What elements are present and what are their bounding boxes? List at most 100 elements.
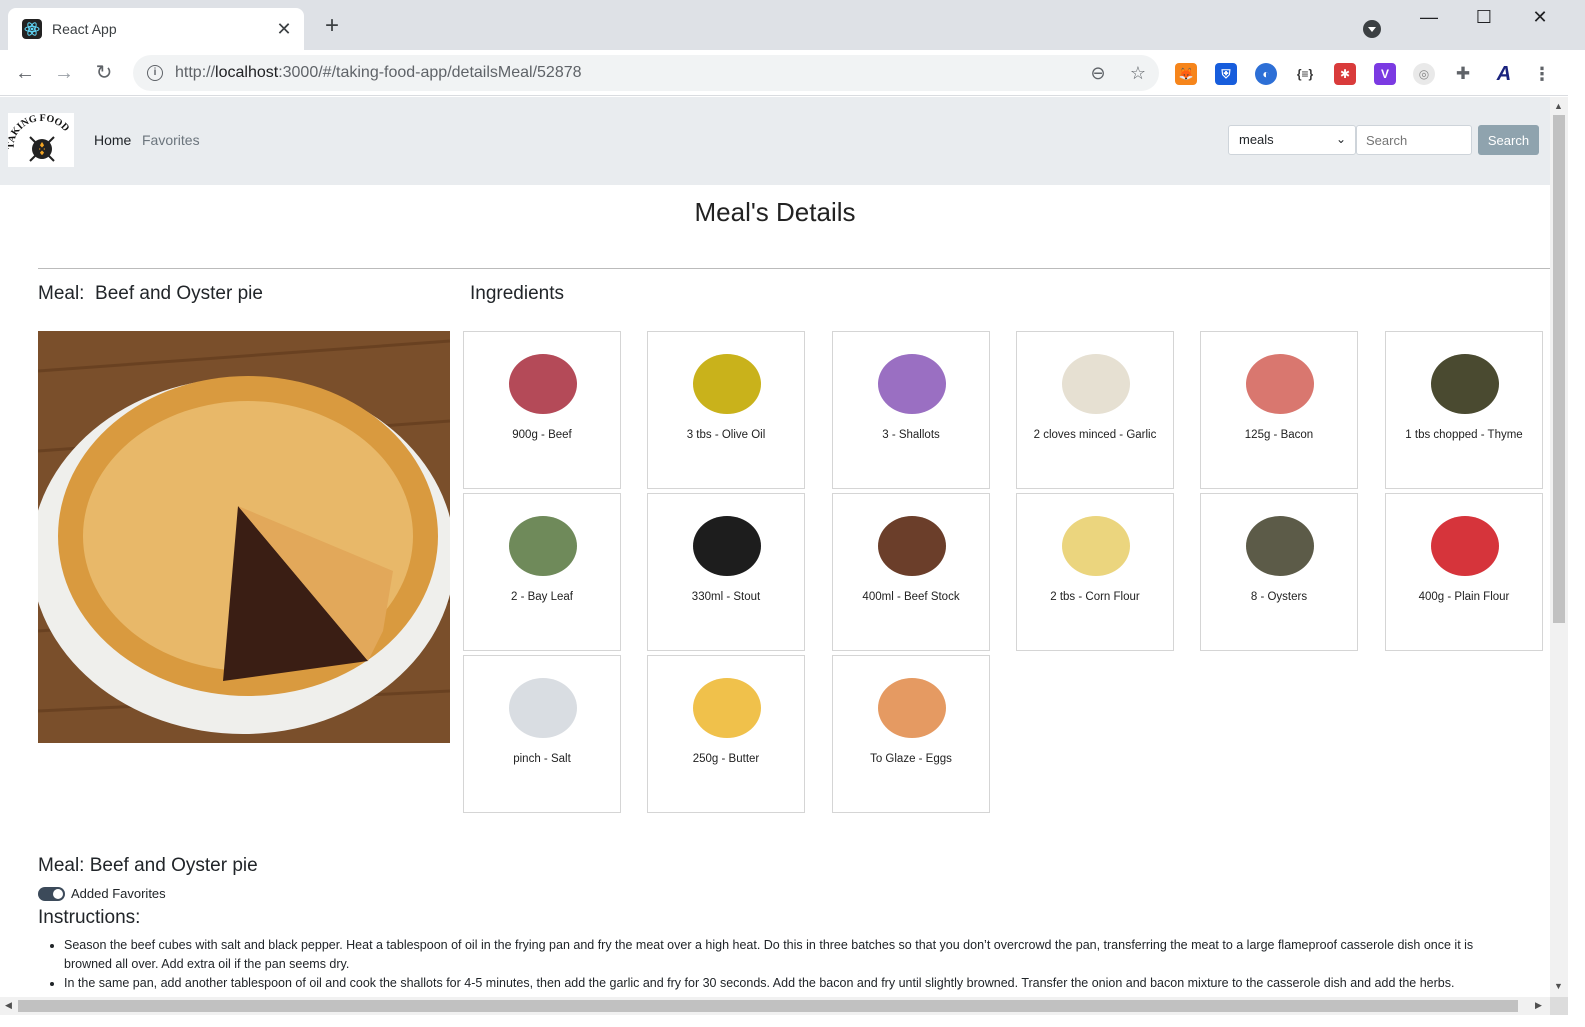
category-select-value: meals	[1239, 132, 1274, 147]
instruction-item: Season the beef cubes with salt and blac…	[64, 936, 1514, 974]
ingredient-card[interactable]: 400ml - Beef Stock	[832, 493, 990, 651]
ingredient-card[interactable]: 2 cloves minced - Garlic	[1016, 331, 1174, 489]
forward-icon[interactable]: →	[49, 58, 79, 88]
favorite-toggle[interactable]	[38, 887, 65, 901]
ingredient-card[interactable]: To Glaze - Eggs	[832, 655, 990, 813]
chevron-down-icon: ⌄	[1335, 132, 1346, 146]
ingredient-card[interactable]: 900g - Beef	[463, 331, 621, 489]
ingredient-card[interactable]: 250g - Butter	[647, 655, 805, 813]
browser-tab[interactable]: React App ✕	[8, 8, 304, 50]
meal-heading: Meal: Beef and Oyster pie	[38, 283, 263, 304]
window-right-edge	[1568, 50, 1585, 1027]
app-navbar: TAKING FOOD Home Favorites meals ⌄ Searc…	[0, 97, 1550, 185]
vertical-scroll-thumb[interactable]	[1553, 115, 1565, 623]
bacon-icon	[1240, 344, 1320, 424]
extension-gray-icon[interactable]: ◎	[1413, 63, 1435, 85]
instruction-item: In the same pan, add another tablespoon …	[64, 974, 1514, 993]
horizontal-scrollbar[interactable]: ◀ ▶	[0, 997, 1550, 1015]
ingredient-label: 8 - Oysters	[1250, 591, 1308, 603]
ingredient-card[interactable]: 2 tbs - Corn Flour	[1016, 493, 1174, 651]
ingredient-card[interactable]: pinch - Salt	[463, 655, 621, 813]
meal-image	[38, 331, 450, 743]
ingredient-label: To Glaze - Eggs	[870, 753, 952, 765]
stout-icon	[687, 506, 767, 586]
profile-icon[interactable]: A	[1493, 63, 1515, 85]
butter-icon	[687, 668, 767, 748]
salt-icon	[503, 668, 583, 748]
garlic-icon	[1056, 344, 1136, 424]
beef-stock-icon	[872, 506, 952, 586]
back-icon[interactable]: ←	[10, 58, 40, 88]
scroll-up-icon[interactable]: ▲	[1554, 101, 1563, 111]
ingredient-label: 400ml - Beef Stock	[862, 591, 960, 603]
vertical-scrollbar[interactable]: ▲ ▼	[1550, 97, 1568, 997]
browser-menu-icon[interactable]: ⋮	[1531, 63, 1553, 85]
instructions-list: Season the beef cubes with salt and blac…	[64, 936, 1514, 993]
meal-footer-heading: Meal: Beef and Oyster pie	[38, 855, 258, 876]
ingredient-card[interactable]: 3 - Shallots	[832, 331, 990, 489]
ingredients-heading: Ingredients	[470, 283, 565, 304]
olive-oil-icon	[687, 344, 767, 424]
scroll-left-icon[interactable]: ◀	[5, 1000, 12, 1011]
metamask-extension-icon[interactable]: 🦊	[1175, 63, 1197, 85]
browser-toolbar: ← → ↻ i http://localhost:3000/#/taking-f…	[0, 50, 1585, 96]
tab-close-icon[interactable]: ✕	[274, 19, 294, 40]
ingredient-label: 330ml - Stout	[691, 591, 761, 603]
minimize-icon[interactable]: —	[1406, 4, 1452, 30]
address-bar[interactable]: i http://localhost:3000/#/taking-food-ap…	[133, 55, 1159, 91]
bay-leaf-icon	[503, 506, 583, 586]
search-input[interactable]	[1356, 125, 1472, 155]
url-text: http://localhost:3000/#/taking-food-app/…	[175, 64, 582, 81]
maximize-icon[interactable]: ☐	[1461, 4, 1507, 30]
tab-search-icon[interactable]	[1363, 20, 1381, 38]
ingredient-label: 400g - Plain Flour	[1418, 591, 1510, 603]
shallots-icon	[872, 344, 952, 424]
tab-title: React App	[52, 21, 117, 37]
nav-home-link[interactable]: Home	[94, 132, 131, 148]
ingredient-label: 2 - Bay Leaf	[510, 591, 573, 603]
window-close-icon[interactable]: ✕	[1517, 4, 1563, 30]
divider	[38, 268, 1550, 269]
favorite-toggle-label: Added Favorites	[71, 886, 166, 901]
ingredient-card[interactable]: 400g - Plain Flour	[1385, 493, 1543, 651]
scroll-down-icon[interactable]: ▼	[1554, 981, 1563, 991]
ingredient-label: 2 cloves minced - Garlic	[1033, 429, 1157, 441]
beef-icon	[503, 344, 583, 424]
new-tab-icon[interactable]: +	[318, 12, 346, 40]
reload-icon[interactable]: ↻	[89, 58, 119, 88]
ingredient-label: 3 tbs - Olive Oil	[686, 429, 766, 441]
extension-red-icon[interactable]: ✱	[1334, 63, 1356, 85]
ingredient-card[interactable]: 8 - Oysters	[1200, 493, 1358, 651]
search-button[interactable]: Search	[1478, 125, 1539, 155]
site-info-icon[interactable]: i	[147, 65, 163, 81]
taking-food-logo[interactable]: TAKING FOOD	[6, 113, 74, 167]
ingredient-card[interactable]: 2 - Bay Leaf	[463, 493, 621, 651]
ingredient-label: 2 tbs - Corn Flour	[1050, 591, 1140, 603]
category-select[interactable]: meals ⌄	[1228, 125, 1356, 155]
egg-icon	[872, 668, 952, 748]
ingredient-card[interactable]: 3 tbs - Olive Oil	[647, 331, 805, 489]
scroll-right-icon[interactable]: ▶	[1535, 1000, 1542, 1011]
ingredient-card[interactable]: 1 tbs chopped - Thyme	[1385, 331, 1543, 489]
scrollbar-corner	[1550, 997, 1568, 1015]
extensions-puzzle-icon[interactable]: ✚	[1452, 63, 1474, 85]
corn-flour-icon	[1056, 506, 1136, 586]
zoom-icon[interactable]: ⊖	[1087, 61, 1109, 85]
ingredient-label: 250g - Butter	[692, 753, 760, 765]
react-favicon-icon	[22, 19, 42, 39]
bitwarden-extension-icon[interactable]: ⛨	[1215, 63, 1237, 85]
extension-v-icon[interactable]: V	[1374, 63, 1396, 85]
ingredient-label: pinch - Salt	[513, 753, 571, 765]
bookmark-star-icon[interactable]: ☆	[1127, 61, 1149, 85]
nav-favorites-link[interactable]: Favorites	[142, 132, 200, 148]
ingredient-card[interactable]: 330ml - Stout	[647, 493, 805, 651]
horizontal-scroll-thumb[interactable]	[18, 1000, 1518, 1012]
extension-circle-icon[interactable]: ◐	[1255, 63, 1277, 85]
instructions-heading: Instructions:	[38, 907, 141, 928]
ingredient-label: 1 tbs chopped - Thyme	[1405, 429, 1523, 441]
ingredient-card[interactable]: 125g - Bacon	[1200, 331, 1358, 489]
json-extension-icon[interactable]: {≡}	[1294, 63, 1316, 85]
page-viewport: TAKING FOOD Home Favorites meals ⌄ Searc…	[0, 97, 1550, 997]
window-bottom	[0, 1015, 1585, 1027]
plain-flour-icon	[1425, 506, 1505, 586]
